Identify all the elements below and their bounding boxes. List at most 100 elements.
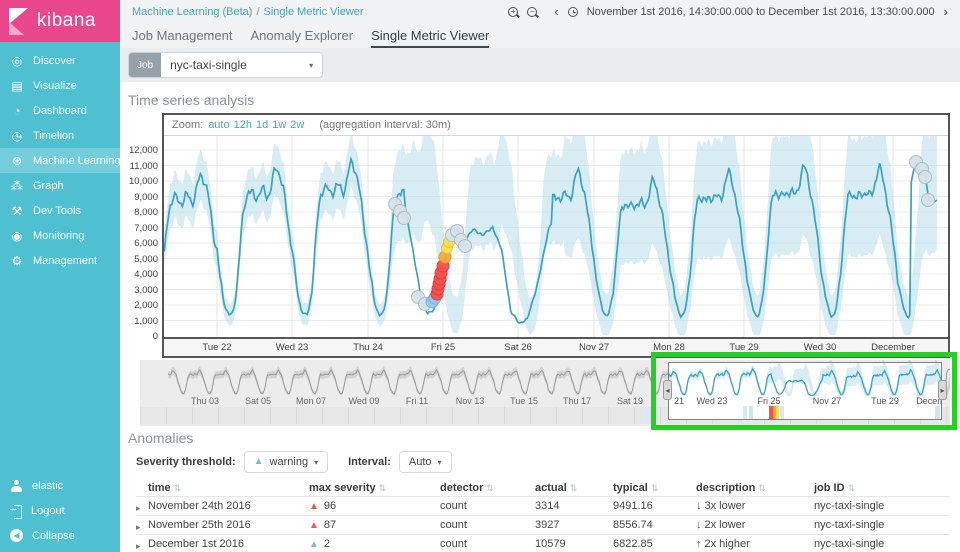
column-header-job-id[interactable]: job ID⇅ bbox=[814, 482, 950, 494]
aggregation-interval-label: (aggregation interval: 30m) bbox=[319, 119, 450, 131]
sidebar-item-visualize[interactable]: ▤Visualize bbox=[0, 73, 120, 98]
zoom-link-1w[interactable]: 1w bbox=[272, 119, 286, 131]
kibana-logo-text: kibana bbox=[37, 10, 96, 32]
anomaly-swimlane-bar bbox=[749, 406, 753, 419]
cell-description: ↑2x higher bbox=[696, 538, 814, 550]
table-row[interactable]: ▸November 25th 2016▲87count39278556.74↓2… bbox=[136, 515, 950, 534]
sidebar-item-dev-tools[interactable]: ⚒Dev Tools bbox=[0, 198, 120, 223]
y-tick-label: 8,000 bbox=[124, 207, 158, 218]
kibana-logo[interactable]: kibana bbox=[0, 0, 120, 42]
cell-max-severity: ▲2 bbox=[309, 538, 440, 550]
job-selector[interactable]: Job nyc-taxi-single ▾ bbox=[128, 52, 323, 78]
cell-typical: 8556.74 bbox=[613, 519, 696, 531]
selection-tick-label: Fri 25 bbox=[743, 396, 795, 406]
expand-row-icon[interactable]: ▸ bbox=[136, 541, 141, 552]
sidebar-item-label: Graph bbox=[33, 180, 64, 192]
sidebar-item-dashboard[interactable]: ◔Dashboard bbox=[0, 98, 120, 123]
tab-bar: Job Management Anomaly Explorer Single Met… bbox=[120, 24, 960, 48]
expand-row-icon[interactable]: ▸ bbox=[136, 503, 141, 514]
expand-row-icon[interactable]: ▸ bbox=[136, 522, 141, 533]
sidebar-item-graph[interactable]: ⁂Graph bbox=[0, 173, 120, 198]
tab-anomaly-explorer[interactable]: Anomaly Explorer bbox=[250, 24, 353, 48]
main-chart-svg[interactable] bbox=[164, 136, 948, 337]
selection-left-handle-icon[interactable]: ◂ bbox=[663, 380, 672, 400]
severity-threshold-value: warning bbox=[270, 456, 309, 468]
sidebar-item-label: Visualize bbox=[33, 80, 77, 92]
cell-typical: 9491.16 bbox=[613, 500, 696, 512]
cell-detector: count bbox=[440, 519, 535, 531]
sort-icon: ⇅ bbox=[848, 483, 856, 493]
sidebar-item-label: Dev Tools bbox=[33, 205, 81, 217]
cell-job-id: nyc-taxi-single bbox=[814, 500, 950, 512]
selection-tick-label: December bbox=[911, 396, 941, 406]
column-header-typical[interactable]: typical⇅ bbox=[613, 482, 696, 494]
time-back-icon[interactable]: ‹ bbox=[554, 7, 558, 17]
selection-axis-labels: 21Wed 23Fri 25Nov 27Tue 29December bbox=[669, 396, 941, 406]
zoom-link-2w[interactable]: 2w bbox=[290, 119, 304, 131]
cell-time: ▸November 25th 2016 bbox=[136, 519, 309, 531]
selection-swimlane bbox=[669, 406, 941, 419]
sidebar: kibana ◎Discover▤Visualize◔Dashboard◷Tim… bbox=[0, 0, 120, 552]
navigator-tick-label: Mon 07 bbox=[286, 396, 336, 406]
breadcrumb-machine-learning[interactable]: Machine Learning (Beta) bbox=[132, 6, 252, 18]
zoom-link-1d[interactable]: 1d bbox=[256, 119, 268, 131]
sidebar-item-discover[interactable]: ◎Discover bbox=[0, 48, 120, 73]
sidebar-item-management[interactable]: ⚙ Management bbox=[0, 248, 120, 273]
sidebar-item-user-elastic[interactable]: elastic bbox=[0, 473, 120, 498]
column-header-detector[interactable]: detector⇅ bbox=[440, 482, 535, 494]
x-tick-label: Nov 27 bbox=[564, 342, 624, 353]
sort-icon: ⇅ bbox=[174, 483, 182, 493]
column-header-time[interactable]: time⇅ bbox=[136, 482, 309, 494]
sidebar-item-monitoring[interactable]: ◉Monitoring bbox=[0, 223, 120, 248]
severity-threshold-dropdown[interactable]: ▲ warning ▾ bbox=[244, 451, 328, 473]
sidebar-item-label: Timelion bbox=[33, 130, 74, 142]
breadcrumb-single-metric-viewer[interactable]: Single Metric Viewer bbox=[264, 6, 364, 18]
severity-triangle-icon: ▲ bbox=[309, 501, 319, 512]
sidebar-item-label: Monitoring bbox=[33, 230, 84, 242]
sidebar-item-timelion[interactable]: ◷Timelion bbox=[0, 123, 120, 148]
table-row[interactable]: ▸November 24th 2016▲96count33149491.16↓3… bbox=[136, 496, 950, 515]
management-icon: ⚙ bbox=[10, 254, 24, 268]
anomaly-swimlane-bar bbox=[743, 406, 747, 419]
x-tick-label: Tue 29 bbox=[714, 342, 774, 353]
interval-dropdown[interactable]: Auto ▾ bbox=[399, 451, 452, 473]
selection-tick-label: Wed 23 bbox=[686, 396, 738, 406]
x-tick-label: Thu 24 bbox=[338, 342, 398, 353]
collapse-icon: ◀ bbox=[10, 529, 23, 542]
sidebar-bottom: elasticLogout◀Collapse bbox=[0, 473, 120, 548]
y-tick-label: 0 bbox=[124, 331, 158, 342]
zoom-link-auto[interactable]: auto bbox=[208, 119, 229, 131]
sidebar-item-label: Management bbox=[33, 255, 97, 267]
sidebar-item-label: Machine Learning bbox=[33, 155, 120, 167]
selection-right-handle-icon[interactable]: ▸ bbox=[938, 380, 947, 400]
navigator[interactable]: Thu 03Sat 05Mon 07Wed 09Fri 11Nov 13Tue … bbox=[140, 360, 950, 426]
zoom-in-icon[interactable]: + bbox=[508, 7, 518, 17]
selection-chart-svg bbox=[669, 363, 941, 396]
navigator-tick-label: Thu 17 bbox=[552, 396, 602, 406]
sidebar-item-collapse[interactable]: ◀Collapse bbox=[0, 523, 120, 548]
cell-job-id: nyc-taxi-single bbox=[814, 538, 950, 550]
anomaly-swimlane-bar bbox=[776, 406, 779, 419]
navigator-selection[interactable]: 21Wed 23Fri 25Nov 27Tue 29December ◂ ▸ bbox=[668, 362, 942, 420]
navigator-tick-label: Thu 03 bbox=[180, 396, 230, 406]
tab-single-metric-viewer[interactable]: Single Metric Viewer bbox=[371, 24, 489, 48]
sidebar-item-logout[interactable]: Logout bbox=[0, 498, 120, 523]
column-header-actual[interactable]: actual⇅ bbox=[535, 482, 613, 494]
column-header-max-severity[interactable]: max severity⇅ bbox=[309, 482, 440, 494]
navigator-tick-label: Tue 15 bbox=[499, 396, 549, 406]
breadcrumb: Machine Learning (Beta)/Single Metric Vi… bbox=[132, 6, 364, 18]
tab-job-management[interactable]: Job Management bbox=[132, 24, 232, 48]
selection-tick-label: Nov 27 bbox=[801, 396, 853, 406]
time-forward-icon[interactable]: › bbox=[944, 7, 948, 17]
chevron-down-icon: ▾ bbox=[314, 458, 318, 467]
zoom-links: auto 12h 1d 1w 2w bbox=[208, 119, 308, 131]
cell-detector: count bbox=[440, 538, 535, 550]
table-row[interactable]: ▸December 1st 2016▲2count105796822.85↑2x… bbox=[136, 534, 950, 552]
zoom-out-icon[interactable]: − bbox=[527, 7, 537, 17]
column-header-description[interactable]: description⇅ bbox=[696, 482, 814, 494]
sidebar-item-machine-learning[interactable]: ⊛Machine Learning bbox=[0, 148, 120, 173]
zoom-link-12h[interactable]: 12h bbox=[234, 119, 252, 131]
sort-icon: ⇅ bbox=[486, 483, 494, 493]
severity-triangle-icon: ▲ bbox=[309, 539, 319, 550]
time-range[interactable]: November 1st 2016, 14:30:00.000 to Decem… bbox=[587, 6, 935, 18]
